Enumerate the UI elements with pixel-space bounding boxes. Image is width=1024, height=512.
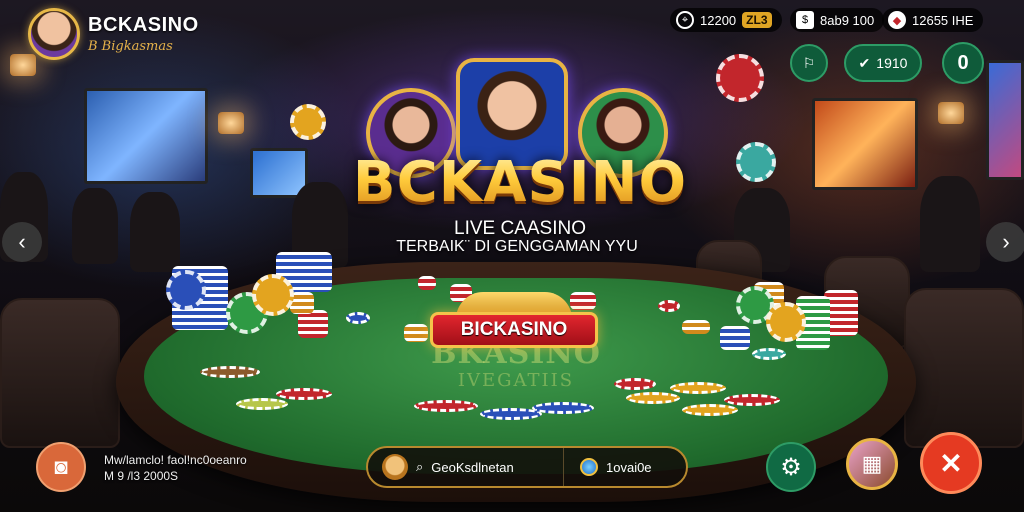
gift-box-icon: ▦ <box>861 451 883 476</box>
profile-avatar[interactable] <box>28 8 80 60</box>
coins-value: 8ab9 100 <box>820 12 875 28</box>
chip-stack <box>404 324 428 342</box>
bottom-info-line1: Mw/lamclo! faol!nc0oeanro <box>104 453 247 467</box>
felt-chip <box>752 348 786 360</box>
gems-value: 12655 IHE <box>912 12 974 28</box>
bottom-info-line2: M 9 /l3 2000S <box>104 469 179 483</box>
wall-screen <box>812 98 918 190</box>
search-button[interactable]: ⌕ GeoKsdlnetan <box>368 448 564 486</box>
prev-arrow-button[interactable]: ‹ <box>2 222 42 262</box>
felt-chip <box>346 312 370 324</box>
casino-chip <box>166 270 206 310</box>
felt-chip <box>532 402 594 414</box>
chevron-left-icon: ‹ <box>18 229 26 254</box>
brand-header[interactable]: BCKASINO B Bigkasmas <box>28 8 199 60</box>
flying-chip <box>290 104 326 140</box>
tagline-line2: TERBAIK¨ DI GENGGAMAN YYU <box>396 238 638 255</box>
felt-chip <box>200 366 260 378</box>
chevron-right-icon: › <box>1002 229 1010 254</box>
brand-subtitle: B Bigkasmas <box>88 39 173 54</box>
close-x-icon: ✕ <box>939 447 963 479</box>
search-icon: ⌕ <box>416 459 424 474</box>
friends-icon: ⚐ <box>802 54 816 71</box>
felt-chip <box>614 378 656 390</box>
gift-button[interactable]: ▦ <box>846 438 898 490</box>
gear-icon: ⚙ <box>780 453 802 481</box>
settings-label: 0 <box>957 51 969 74</box>
table-badge: BICKASINO <box>430 312 598 348</box>
gem-counter[interactable]: ◆ 12655 IHE <box>882 8 984 32</box>
wall-screen <box>986 60 1024 180</box>
chip-stack <box>298 310 328 338</box>
felt-chip <box>626 392 680 404</box>
location-pin-icon: ⌖ <box>676 11 694 29</box>
casino-chip <box>252 274 294 316</box>
chip-stack <box>720 326 750 350</box>
main-logo: BCKASINO <box>352 150 688 215</box>
close-button[interactable]: ✕ <box>920 432 982 494</box>
location-value: 12200 <box>700 12 737 28</box>
tagline-line1: LIVE CAASINO <box>454 218 586 239</box>
chip-stack <box>682 320 710 334</box>
gear-button[interactable]: ⚙ <box>766 442 816 492</box>
coin-icon: $ <box>796 11 814 29</box>
wall-lamp <box>938 102 964 124</box>
table-chair <box>904 288 1024 448</box>
balance-coin-icon <box>580 458 598 476</box>
camera-button[interactable]: ◙ <box>36 442 86 492</box>
background-player <box>920 176 980 272</box>
check-icon: ✔ <box>858 54 871 71</box>
settings-button[interactable]: 0 <box>942 42 984 84</box>
felt-chip <box>276 388 332 400</box>
coin-counter[interactable]: $ 8ab9 100 <box>790 8 885 32</box>
bottom-action-bar: ⌕ GeoKsdlnetan 1ovai0e <box>366 446 688 488</box>
table-chair <box>0 298 120 448</box>
rewards-label: 1910 <box>876 55 908 71</box>
felt-chip <box>724 394 780 406</box>
brand-title: BCKASINO <box>88 14 199 36</box>
wall-lamp <box>218 112 244 134</box>
location-counter[interactable]: ⌖ 12200 ZL3 <box>670 8 782 32</box>
felt-chip <box>414 400 478 412</box>
flying-chip <box>716 54 764 102</box>
level-badge: ZL3 <box>742 12 772 28</box>
felt-chip <box>682 404 738 416</box>
balance-button[interactable]: 1ovai0e <box>564 458 652 476</box>
next-arrow-button[interactable]: › <box>986 222 1024 262</box>
background-player <box>130 192 180 272</box>
search-label: GeoKsdlnetan <box>431 459 514 475</box>
flying-chip <box>736 142 776 182</box>
chip-stack <box>570 292 596 310</box>
gem-icon: ◆ <box>888 11 906 29</box>
balance-label: 1ovai0e <box>606 459 652 475</box>
felt-chip <box>670 382 726 394</box>
felt-chip <box>658 300 680 312</box>
mascot-icon <box>382 454 408 480</box>
rewards-button[interactable]: ✔ 1910 <box>844 44 922 82</box>
casino-chip <box>766 302 806 342</box>
wall-screen <box>84 88 208 184</box>
chip-stack <box>418 276 436 290</box>
bottom-info: Mw/lamclo! faol!nc0oeanro M 9 /l3 2000S <box>104 452 247 484</box>
friends-button[interactable]: ⚐ <box>790 44 828 82</box>
background-player <box>72 188 118 264</box>
felt-chip <box>236 398 288 410</box>
camera-icon: ◙ <box>54 454 68 479</box>
